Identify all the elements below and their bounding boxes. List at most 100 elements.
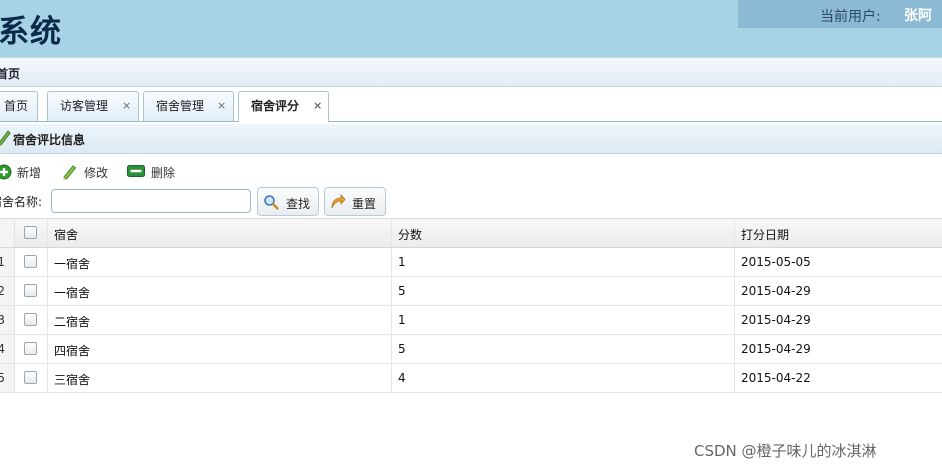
row-select-cell [15,335,48,363]
row-checkbox[interactable] [24,313,37,326]
score-cell: 4 [392,364,735,392]
column-header-label: 宿舍 [54,228,79,242]
search-button-label: 查找 [286,197,311,211]
edit-button[interactable]: 修改 [62,162,116,182]
date-text: 2015-04-29 [741,284,811,298]
dorm-cell: 一宿舍 [48,248,392,276]
minus-rect-icon [127,164,145,181]
score-text: 5 [398,284,406,298]
delete-label: 删除 [151,166,176,180]
panel-title: 宿舍评比信息 [13,133,86,147]
current-user-name[interactable]: 张阿 [904,5,932,25]
select-all-cell [15,219,48,247]
magnifier-icon [263,194,279,213]
pencil-icon [0,128,12,149]
table-row[interactable]: 4 四宿舍 5 2015-04-29 [0,335,942,364]
app-title: 系统 [0,14,62,50]
close-icon[interactable]: × [313,92,322,120]
add-button[interactable]: 新增 [0,162,48,182]
delete-button[interactable]: 删除 [127,162,182,182]
tab-home[interactable]: 首页 [0,91,38,121]
plus-circle-icon [0,164,12,183]
row-number: 1 [0,248,15,276]
app-header: 系统 当前用户: 张阿 [0,0,942,57]
row-checkbox[interactable] [24,255,37,268]
column-header-label: 分数 [398,228,423,242]
row-checkbox[interactable] [24,284,37,297]
column-header-dorm[interactable]: 宿舍 [48,219,392,247]
row-checkbox[interactable] [24,342,37,355]
panel-header: 宿舍评比信息 [0,124,942,154]
row-number-text: 2 [0,284,5,298]
breadcrumb-bar: 首页 [0,57,942,87]
row-number-text: 5 [0,371,5,385]
row-checkbox[interactable] [24,371,37,384]
search-button[interactable]: 查找 [257,187,319,216]
grid-toolbar: 新增 修改 删除 [0,158,942,184]
row-number-text: 4 [0,342,5,356]
score-text: 1 [398,313,406,327]
column-header-score[interactable]: 分数 [392,219,735,247]
dorm-text: 四宿舍 [54,344,91,358]
row-number-text: 1 [0,255,5,269]
close-icon[interactable]: × [122,92,131,120]
dorm-cell: 三宿舍 [48,364,392,392]
dorm-cell: 二宿舍 [48,306,392,334]
close-icon[interactable]: × [217,92,226,120]
edit-label: 修改 [84,166,109,180]
current-user-box: 当前用户: 张阿 [738,0,942,28]
table-row[interactable]: 1 一宿舍 1 2015-05-05 [0,248,942,277]
tab-dorm-management[interactable]: 宿舍管理 × [143,91,234,121]
table-row[interactable]: 3 二宿舍 1 2015-04-29 [0,306,942,335]
score-text: 5 [398,342,406,356]
watermark: CSDN @橙子味儿的冰淇淋 [694,442,877,460]
add-label: 新增 [17,166,42,180]
table-row[interactable]: 2 一宿舍 5 2015-04-29 [0,277,942,306]
row-select-cell [15,277,48,305]
column-header-label: 打分日期 [741,228,790,242]
breadcrumb[interactable]: 首页 [0,65,20,82]
column-header-date[interactable]: 打分日期 [735,219,942,247]
table-header-row: 宿舍 分数 打分日期 [0,218,942,248]
reset-arrow-icon [330,193,346,213]
row-number: 5 [0,364,15,392]
row-number: 4 [0,335,15,363]
score-cell: 1 [392,306,735,334]
tab-label: 宿舍评分 [251,99,300,113]
score-text: 1 [398,255,406,269]
row-select-cell [15,248,48,276]
row-number: 3 [0,306,15,334]
dorm-text: 一宿舍 [54,286,91,300]
dorm-text: 三宿舍 [54,373,91,387]
date-cell: 2015-05-05 [735,248,942,276]
table-row[interactable]: 5 三宿舍 4 2015-04-22 [0,364,942,393]
tab-dorm-scoring[interactable]: 宿舍评分 × [238,91,329,122]
row-number-header [0,219,15,247]
current-user-label: 当前用户: [820,9,881,25]
pencil-icon [62,164,78,183]
score-cell: 1 [392,248,735,276]
dorm-cell: 一宿舍 [48,277,392,305]
select-all-checkbox[interactable] [24,226,37,239]
dorm-cell: 四宿舍 [48,335,392,363]
date-text: 2015-04-29 [741,313,811,327]
tab-visitor-management[interactable]: 访客管理 × [47,91,139,121]
row-select-cell [15,364,48,392]
search-row: 宿舍名称: 查找 重置 [0,186,942,218]
tab-label: 首页 [4,99,29,113]
date-cell: 2015-04-29 [735,306,942,334]
date-cell: 2015-04-29 [735,277,942,305]
reset-button-label: 重置 [352,197,377,211]
row-number-text: 3 [0,313,5,327]
date-text: 2015-04-22 [741,371,811,385]
dorm-name-label: 宿舍名称: [0,195,43,209]
dorm-text: 一宿舍 [54,257,91,271]
date-cell: 2015-04-29 [735,335,942,363]
date-text: 2015-04-29 [741,342,811,356]
reset-button[interactable]: 重置 [324,187,386,216]
score-cell: 5 [392,277,735,305]
date-cell: 2015-04-22 [735,364,942,392]
dorm-name-input[interactable] [51,189,251,213]
tab-label: 访客管理 [60,99,109,113]
tab-strip: 首页 访客管理 × 宿舍管理 × 宿舍评分 × [0,87,942,122]
